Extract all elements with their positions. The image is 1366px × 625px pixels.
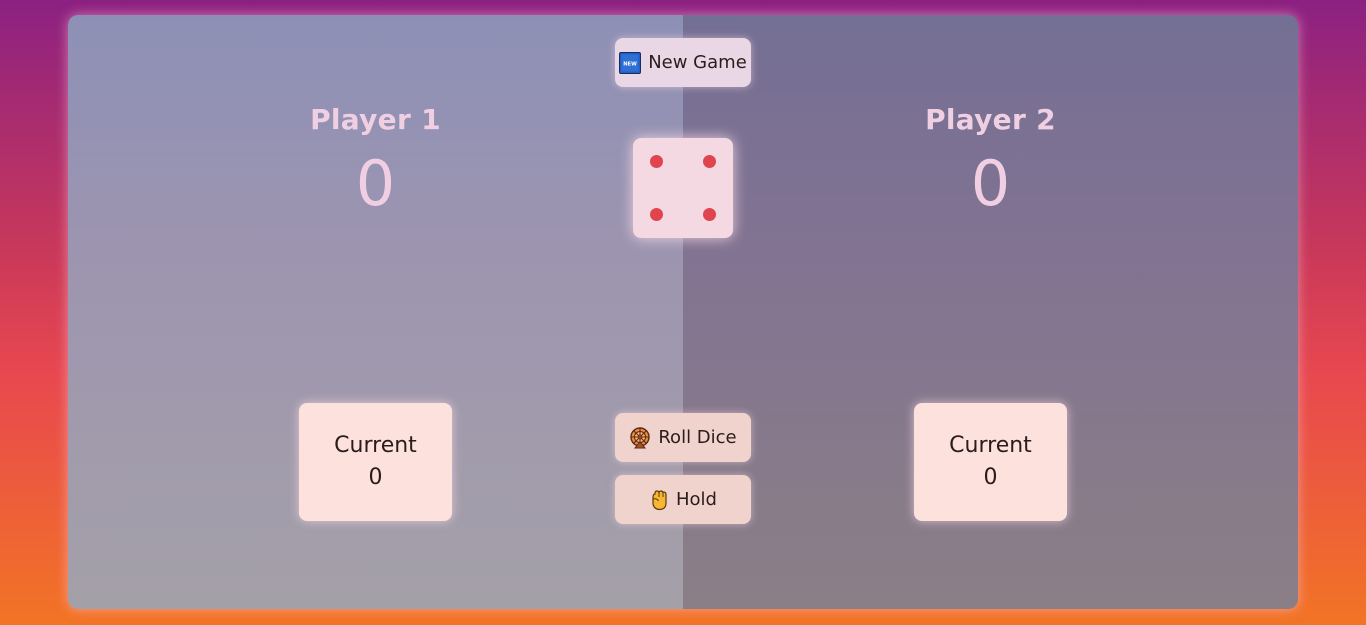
dice [633, 138, 733, 238]
hold-button[interactable]: Hold [615, 475, 751, 524]
player-2-score: 0 [970, 147, 1011, 220]
roll-dice-label: Roll Dice [658, 427, 737, 448]
player-1-current-label: Current [334, 433, 417, 458]
raised-fist-icon [649, 489, 669, 511]
roll-dice-button[interactable]: Roll Dice [615, 413, 751, 462]
player-2-panel: Player 2 0 Current 0 [683, 15, 1298, 609]
dice-pip [650, 155, 663, 168]
new-game-button[interactable]: NEW New Game [615, 38, 751, 87]
player-1-current-box: Current 0 [299, 403, 452, 521]
dice-pip [650, 208, 663, 221]
svg-text:NEW: NEW [623, 61, 637, 67]
new-badge-icon: NEW [619, 51, 642, 74]
player-2-name: Player 2 [925, 103, 1056, 136]
player-1-panel: Player 1 0 Current 0 [68, 15, 683, 609]
hold-label: Hold [676, 489, 717, 510]
player-2-current-value: 0 [983, 465, 998, 490]
dice-pip [703, 208, 716, 221]
player-1-score: 0 [355, 147, 396, 220]
player-2-current-label: Current [949, 433, 1032, 458]
player-1-current-value: 0 [368, 465, 383, 490]
wheel-icon [629, 426, 651, 449]
dice-pip [703, 155, 716, 168]
new-game-label: New Game [648, 52, 747, 73]
player-2-current-box: Current 0 [914, 403, 1067, 521]
game-board: Player 1 0 Current 0 Player 2 0 Current … [68, 15, 1298, 609]
player-1-name: Player 1 [310, 103, 441, 136]
